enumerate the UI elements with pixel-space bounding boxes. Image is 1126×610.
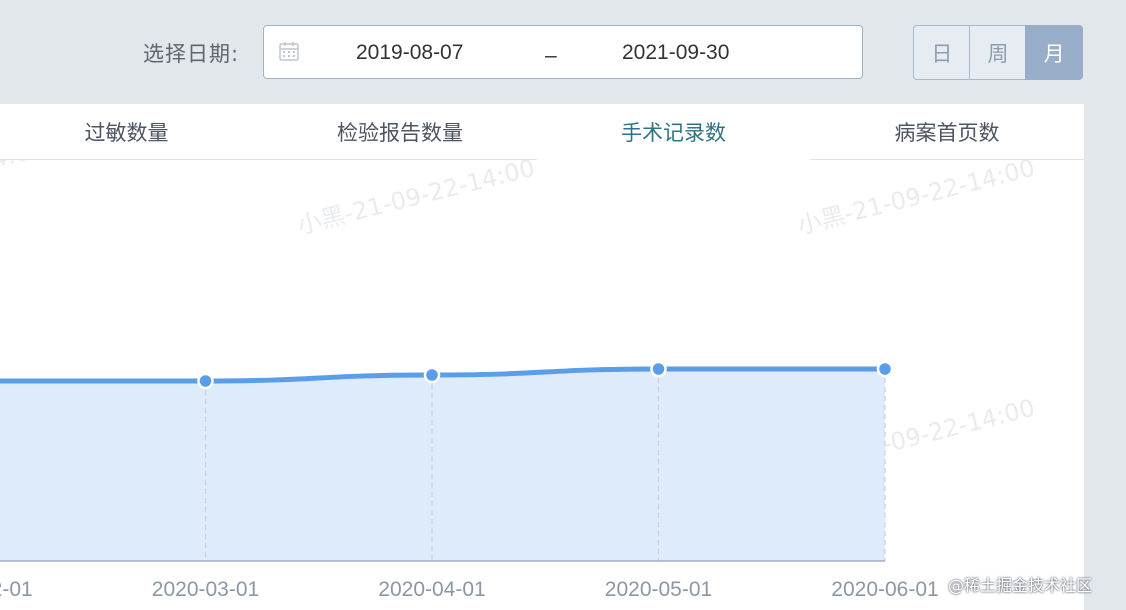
x-tick-label: 2020-06-01 (831, 578, 938, 601)
watermark-text: 小黑-21-09-22-14:00 (795, 154, 1038, 240)
date-range-picker[interactable]: 2019-08-07 – 2021-09-30 (263, 25, 863, 79)
x-tick-label: 2020-04-01 (378, 578, 485, 601)
x-tick-label: 2020-03-01 (152, 578, 259, 601)
calendar-icon (278, 40, 300, 67)
metric-tabs: 过敏数量 检验报告数量 手术记录数 病案首页数 (0, 104, 1084, 160)
data-point (423, 366, 441, 384)
end-date-input[interactable]: 2021-09-30 (622, 41, 729, 65)
x-tick-label: 2020-05-01 (605, 578, 712, 601)
watermark-text: 小黑-21-09-22-14:00 (295, 154, 538, 240)
area-fill (0, 368, 885, 561)
data-point (650, 360, 667, 378)
tab-surgery-record-count[interactable]: 手术记录数 (537, 104, 811, 160)
period-month-button[interactable]: 月 (1025, 25, 1084, 80)
site-credit: @稀土掘金技术社区 (948, 576, 1093, 595)
tab-lab-report-count[interactable]: 检验报告数量 (263, 104, 538, 160)
start-date-input[interactable]: 2019-08-07 (356, 41, 463, 65)
data-point (197, 372, 214, 390)
chart-panel: 小黑-21-09-22-14:00 小黑-21-09-22-14:00 小黑-21-… (0, 104, 1084, 610)
date-filter-label: 选择日期: (143, 42, 240, 66)
surgery-record-chart: 小黑-21-09-22-14:00 小黑-21-09-22-14:00 小黑-21-… (0, 134, 1038, 601)
tab-allergy-count[interactable]: 过敏数量 (0, 104, 264, 160)
period-week-button[interactable]: 周 (969, 25, 1027, 80)
period-day-button[interactable]: 日 (913, 25, 971, 80)
x-tick-label: 2020-02-01 (0, 578, 33, 601)
date-range-separator: – (545, 44, 557, 67)
period-toggle-group: 日 周 月 (913, 25, 1084, 80)
tab-medical-record-home-count[interactable]: 病案首页数 (810, 104, 1084, 160)
data-point (876, 360, 894, 378)
